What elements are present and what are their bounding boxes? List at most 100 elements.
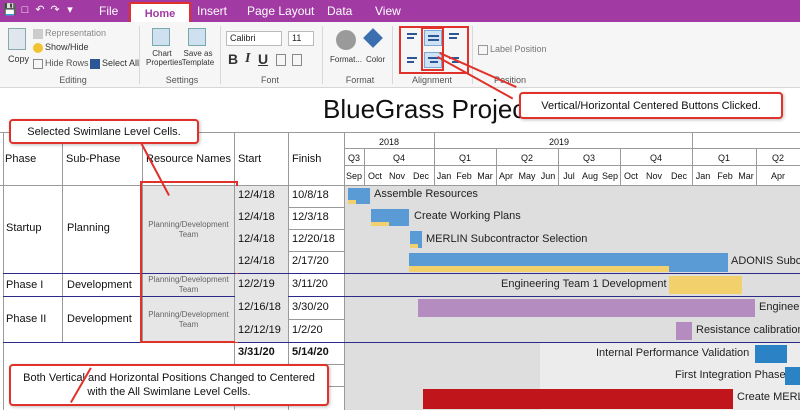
start-date[interactable]: 12/4/18 [238,211,275,223]
save-template-icon[interactable] [188,28,206,46]
swimlane-line [3,273,800,274]
grid-line [0,185,800,186]
month: Sep [345,171,362,181]
save-template-label-2: Template [181,58,215,67]
copy-button[interactable]: Copy [8,54,29,64]
month: Jan [436,171,452,181]
bold-button[interactable]: B [228,51,238,67]
start-date[interactable]: 12/4/18 [238,189,275,201]
task-label[interactable]: Create Working Plans [414,210,521,222]
task-label[interactable]: ADONIS Subco [731,255,800,267]
select-all-button[interactable]: Select All [90,58,139,69]
tab-data[interactable]: Data [327,3,352,21]
month: Jul [563,171,575,181]
chart-properties-icon[interactable] [152,28,170,46]
font-name-select[interactable]: Calibri [226,31,282,46]
grid-line [558,148,559,185]
fill-color-icon[interactable] [363,28,383,48]
year-2018: 2018 [378,137,400,147]
hide-rows-button[interactable]: Hide Rows [33,58,89,69]
finish-date[interactable]: 3/30/20 [292,301,329,313]
finish-date[interactable]: 10/8/18 [292,189,329,201]
task-bar[interactable] [785,367,800,385]
copy-icon[interactable] [8,28,26,50]
redo-icon[interactable]: ↷ [48,3,62,17]
start-date[interactable]: 12/4/18 [238,255,275,267]
separator [392,26,393,84]
tab-home[interactable]: Home [129,2,191,24]
format-icon[interactable] [336,30,356,50]
group-editing-label: Editing [59,75,87,85]
tab-file[interactable]: File [99,3,118,21]
open-icon[interactable]: □ [18,3,32,17]
header-phase: Phase [5,153,37,165]
tab-view[interactable]: View [375,3,401,21]
start-date[interactable]: 12/4/18 [238,233,275,245]
tab-insert[interactable]: Insert [197,3,227,21]
month: Nov [645,171,662,181]
save-icon[interactable]: 💾 [3,3,17,17]
task-label[interactable]: Assemble Resources [374,188,478,200]
task-label[interactable]: Create MERL [737,391,800,403]
font-size-select[interactable]: 11 [288,31,314,46]
undo-icon[interactable]: ↶ [33,3,47,17]
month: Feb [717,171,733,181]
task-label[interactable]: Internal Performance Validation [596,347,749,359]
month: Jun [540,171,556,181]
font-grow-icon[interactable] [276,54,286,66]
start-date[interactable]: 3/31/20 [238,346,275,358]
representation-button[interactable]: Representation [33,28,106,39]
start-date[interactable]: 12/12/19 [238,324,281,336]
finish-date[interactable]: 2/17/20 [292,255,329,267]
progress-bar [371,222,389,226]
label-position-button[interactable]: Label Position [478,44,547,55]
task-label[interactable]: MERLIN Subcontractor Selection [426,233,587,245]
finish-date[interactable]: 12/3/18 [292,211,329,223]
progress-bar [409,266,669,272]
show-hide-button[interactable]: Show/Hide [33,42,89,53]
start-date[interactable]: 12/16/18 [238,301,281,313]
phase-2[interactable]: Phase II [6,313,46,325]
finish-date[interactable]: 3/11/20 [292,278,328,290]
save-template-button[interactable]: Save as Template [180,49,216,67]
underline-button[interactable]: U [258,51,268,67]
subphase-development-2[interactable]: Development [67,313,132,325]
task-label[interactable]: Engineer [759,301,800,313]
finish-date[interactable]: 5/14/20 [292,346,329,358]
subphase-development-1[interactable]: Development [67,279,132,291]
chart-properties-button[interactable]: Chart Properties [146,49,182,67]
phase-startup[interactable]: Startup [6,222,41,234]
tab-page-layout[interactable]: Page Layout [247,3,314,21]
task-bar[interactable] [669,276,742,294]
month: Sep [601,171,618,181]
task-bar[interactable] [755,345,787,363]
month: Apr [498,171,513,181]
task-label[interactable]: Resistance calibration [696,324,800,336]
grid-line [692,132,693,185]
task-bar[interactable] [423,389,733,409]
month: Jan [695,171,711,181]
callout-bottom: Both Vertical and Horizontal Positions C… [9,364,329,406]
task-bar[interactable] [676,322,692,340]
month: Nov [388,171,405,181]
quarter: Q2 [520,153,533,163]
task-label[interactable]: First Integration Phase [675,369,786,381]
grid-line [344,165,800,166]
color-button[interactable]: Color [366,55,385,64]
selection-highlight [140,181,238,343]
month: Dec [412,171,429,181]
finish-date[interactable]: 1/2/20 [292,324,323,336]
task-label[interactable]: Engineering Team 1 Development [501,278,667,290]
phase-1[interactable]: Phase I [6,279,43,291]
hide-rows-label: Hide Rows [45,58,89,68]
format-button[interactable]: Format... [330,55,362,64]
task-bar[interactable] [418,299,755,317]
italic-button[interactable]: I [245,51,250,67]
swimlane-line [3,296,800,297]
font-shrink-icon[interactable] [292,54,302,66]
subphase-planning[interactable]: Planning [67,222,110,234]
quarter: Q1 [458,153,471,163]
start-date[interactable]: 12/2/19 [238,278,275,290]
dropdown-icon[interactable]: ▾ [63,3,77,17]
finish-date[interactable]: 12/20/18 [292,233,335,245]
